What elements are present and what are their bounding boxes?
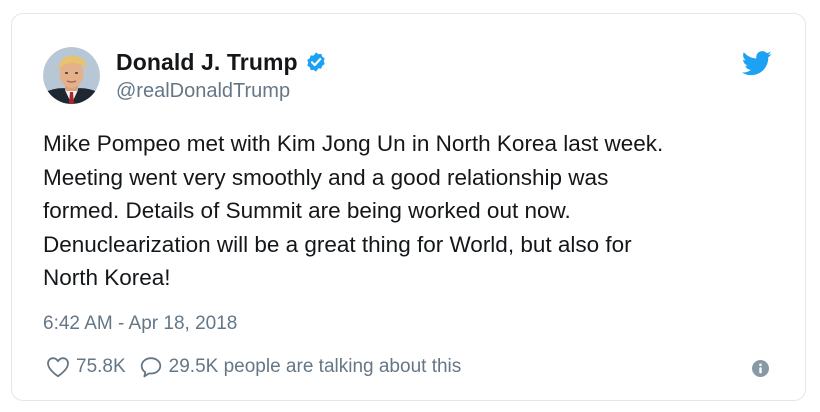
avatar-image [43,47,100,104]
talking-action[interactable]: 29.5K people are talking about this [139,356,462,378]
tweet-text: Mike Pompeo met with Kim Jong Un in Nort… [43,127,783,295]
like-action[interactable]: 75.8K [46,356,126,378]
author-name[interactable]: Donald J. Trump [116,49,298,76]
twitter-bird-icon[interactable] [741,51,772,76]
info-icon[interactable] [752,360,769,377]
verified-badge-icon [305,51,327,73]
comment-icon[interactable] [139,356,163,378]
like-count: 75.8K [76,356,126,377]
tweet-line: Denuclearization will be a great thing f… [43,231,632,257]
tweet-timestamp[interactable]: 6:42 AM - Apr 18, 2018 [43,313,237,335]
avatar[interactable] [43,47,100,104]
author-name-row[interactable]: Donald J. Trump [116,48,327,76]
tweet-line: North Korea! [43,265,171,290]
heart-icon[interactable] [46,356,70,378]
engagement-row: 75.8K 29.5K people are talking about thi… [46,353,461,381]
author-handle[interactable]: @realDonaldTrump [116,80,290,103]
tweet-line: Meeting went very smoothly and a good re… [43,164,609,190]
talking-count: 29.5K people are talking about this [168,356,462,377]
tweet-card: Donald J. Trump @realDonaldTrump Mike Po… [11,13,806,401]
tweet-line: Mike Pompeo met with Kim Jong Un in Nort… [43,131,664,156]
tweet-line: formed. Details of Summit are being work… [43,198,571,223]
